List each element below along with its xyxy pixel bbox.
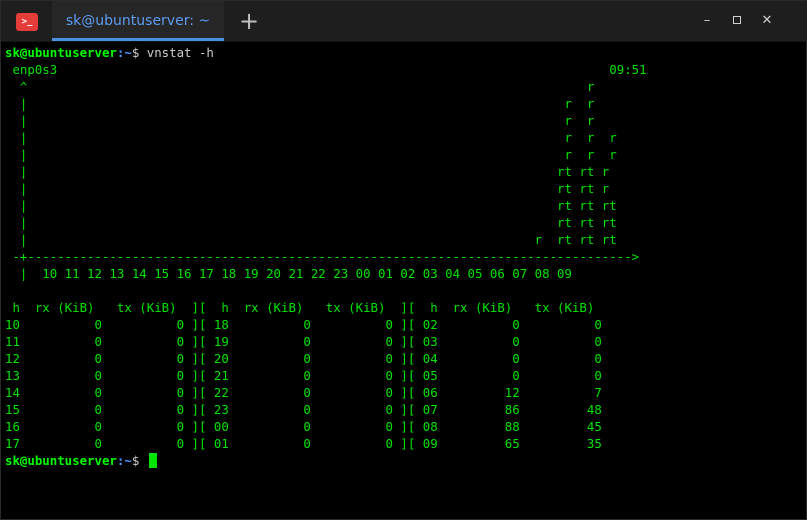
prompt-user-host: sk@ubuntuserver (5, 453, 117, 468)
new-tab-button[interactable]: + (231, 1, 267, 41)
graph-line: | r r (5, 96, 595, 111)
title-bar: >_ sk@ubuntuserver: ~ + – ✕ (1, 1, 807, 42)
graph-hour-labels: | 10 11 12 13 14 15 16 17 18 19 20 21 22… (5, 266, 572, 281)
table-row: 17 0 0 ][ 01 0 0 ][ 09 65 35 (5, 436, 602, 451)
prompt-symbol: $ (131, 453, 140, 468)
table-row: 14 0 0 ][ 22 0 0 ][ 06 12 7 (5, 385, 602, 400)
graph-line: | r r (5, 113, 595, 128)
graph-line: | r r r (5, 130, 617, 145)
minimize-button[interactable]: – (699, 13, 715, 29)
graph-line: enp0s3 09:51 (5, 62, 647, 77)
command-prompt-line: sk@ubuntuserver:~$ (5, 452, 157, 469)
table-row: 16 0 0 ][ 00 0 0 ][ 08 88 45 (5, 419, 602, 434)
tab-title: sk@ubuntuserver: ~ (65, 13, 211, 29)
table-row: 11 0 0 ][ 19 0 0 ][ 03 0 0 (5, 334, 602, 349)
terminal-window: >_ sk@ubuntuserver: ~ + – ✕ sk@ubuntuser… (0, 0, 807, 520)
graph-line: | r rt rt rt (5, 232, 617, 247)
command-prompt-line: sk@ubuntuserver:~$ vnstat -h (5, 44, 214, 61)
graph-line: | rt rt r (5, 164, 610, 179)
command-text: vnstat -h (139, 45, 214, 60)
graph-axis-line: -+--------------------------------------… (5, 249, 640, 264)
table-row: 10 0 0 ][ 18 0 0 ][ 02 0 0 (5, 317, 602, 332)
maximize-button[interactable] (729, 13, 745, 29)
graph-line: | rt rt rt (5, 198, 617, 213)
prompt-user-host: sk@ubuntuserver (5, 45, 117, 60)
graph-line: | rt rt r (5, 181, 610, 196)
table-header: h rx (KiB) tx (KiB) ][ h rx (KiB) tx (Ki… (5, 300, 595, 315)
close-button[interactable]: ✕ (759, 13, 775, 29)
prompt-path: :~ (116, 45, 132, 60)
graph-line: ^ r (5, 79, 595, 94)
graph-line: | r r r (5, 147, 617, 162)
table-row: 12 0 0 ][ 20 0 0 ][ 04 0 0 (5, 351, 602, 366)
active-tab-indicator (52, 38, 224, 41)
text-cursor[interactable] (148, 453, 157, 468)
terminal-app-icon[interactable]: >_ (16, 13, 38, 31)
tab-terminal-session[interactable]: sk@ubuntuserver: ~ (52, 1, 224, 41)
table-row: 13 0 0 ][ 21 0 0 ][ 05 0 0 (5, 368, 602, 383)
prompt-path: :~ (116, 453, 132, 468)
maximize-icon (733, 15, 741, 24)
graph-line: | rt rt rt (5, 215, 617, 230)
table-row: 15 0 0 ][ 23 0 0 ][ 07 86 48 (5, 402, 602, 417)
terminal-output[interactable]: sk@ubuntuserver:~$ vnstat -h enp0s3 09:5… (5, 42, 805, 518)
